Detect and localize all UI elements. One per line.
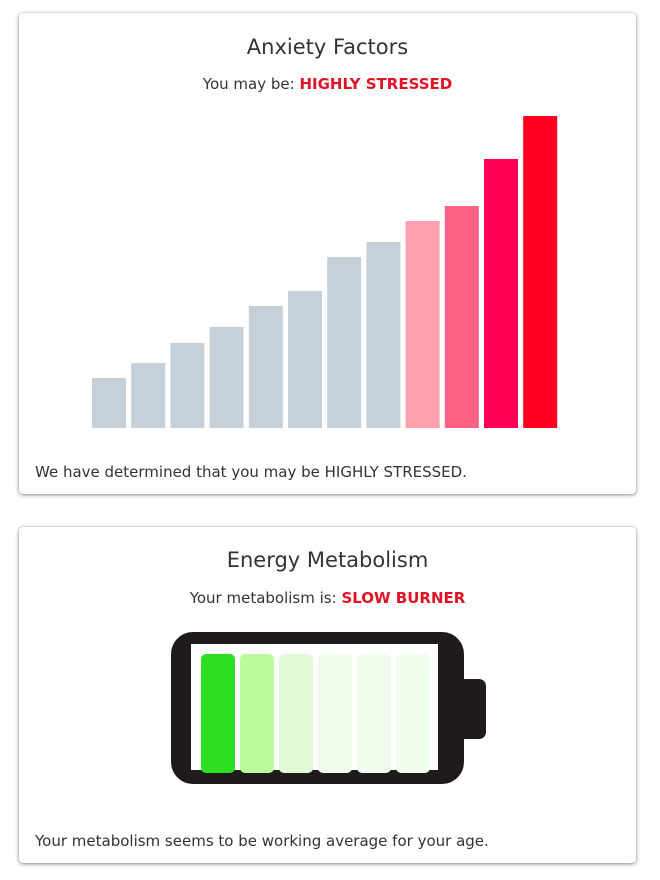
stress-bar-chart: [92, 116, 558, 428]
battery-terminal: [464, 679, 486, 739]
anxiety-card: Anxiety Factors You may be: HIGHLY STRES…: [19, 13, 636, 494]
battery-cell-empty: [357, 654, 391, 773]
stress-bar: [444, 206, 479, 428]
stress-bar: [405, 221, 440, 428]
energy-title: Energy Metabolism: [226, 548, 429, 572]
stress-bar: [366, 242, 401, 428]
anxiety-result-text: We have determined that you may be HIGHL…: [35, 463, 467, 481]
stress-bar: [209, 327, 244, 428]
battery-icon: [171, 632, 464, 784]
stress-bar: [170, 343, 205, 428]
stress-bar: [288, 291, 322, 428]
battery-cell-filled: [201, 654, 235, 773]
battery-inner: [191, 644, 438, 773]
energy-subtitle: Your metabolism is: SLOW BURNER: [19, 589, 636, 607]
stress-bar: [484, 159, 518, 428]
battery-cell-empty: [396, 654, 430, 773]
metabolism-level-badge: SLOW BURNER: [341, 589, 466, 607]
battery-cell-empty: [240, 654, 274, 773]
energy-card: Energy Metabolism Your metabolism is: SL…: [19, 527, 636, 863]
battery-cell-empty: [279, 654, 313, 773]
stress-bar: [327, 257, 362, 428]
energy-subtitle-label: Your metabolism is:: [189, 589, 337, 607]
energy-result-text: Your metabolism seems to be working aver…: [35, 832, 489, 850]
stress-bar: [131, 363, 166, 428]
battery-cell-empty: [318, 654, 352, 773]
stress-bar: [92, 378, 126, 428]
stress-bar: [523, 116, 558, 428]
stress-bar: [248, 306, 283, 428]
